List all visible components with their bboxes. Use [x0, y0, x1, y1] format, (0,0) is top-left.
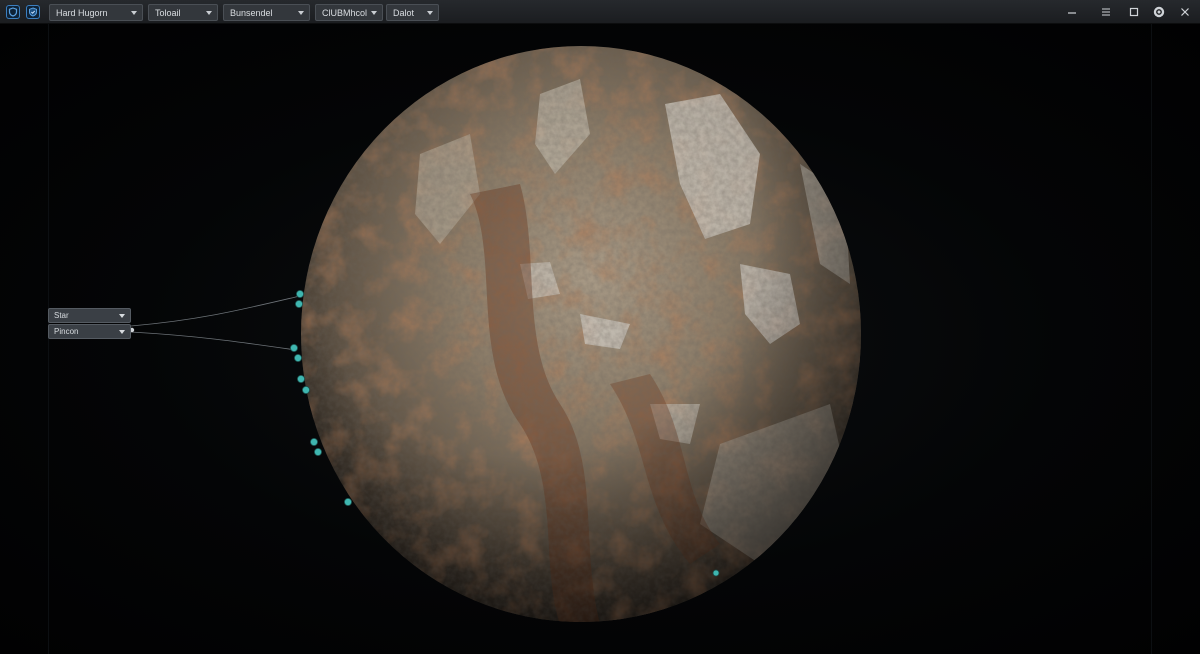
node-socket[interactable] — [343, 497, 352, 506]
node-socket[interactable] — [309, 437, 318, 446]
toolbar-dropdown-5-label: Dalot — [393, 7, 415, 18]
node-socket[interactable] — [294, 299, 303, 308]
shield-check-icon[interactable] — [26, 5, 40, 19]
chevron-down-icon — [119, 330, 125, 334]
node-dropdown-2-label: Pincon — [54, 327, 79, 336]
toolbar-dropdown-5[interactable]: Dalot — [386, 4, 439, 21]
node-socket[interactable] — [289, 343, 298, 352]
node-socket[interactable] — [293, 353, 302, 362]
top-toolbar: Hard Hugorn Toloail Bunsendel ClUBMhcol … — [0, 0, 1200, 24]
chevron-down-icon — [131, 11, 137, 15]
toolbar-dropdown-2[interactable]: Toloail — [148, 4, 218, 21]
help-icon[interactable] — [1151, 4, 1167, 20]
node-socket[interactable] — [712, 569, 720, 577]
node-socket[interactable] — [301, 385, 310, 394]
shield-app-icon[interactable] — [6, 5, 20, 19]
toolbar-dropdown-1[interactable]: Hard Hugorn — [49, 4, 143, 21]
chevron-down-icon — [427, 11, 433, 15]
toolbar-dropdown-3[interactable]: Bunsendel — [223, 4, 310, 21]
maximize-icon[interactable] — [1126, 4, 1142, 20]
node-socket[interactable] — [296, 374, 305, 383]
chevron-down-icon — [298, 11, 304, 15]
minimize-icon[interactable] — [1064, 4, 1080, 20]
node-socket[interactable] — [313, 447, 322, 456]
toolbar-dropdown-4[interactable]: ClUBMhcol — [315, 4, 383, 21]
node-wire — [130, 295, 301, 327]
toolbar-dropdown-4-label: ClUBMhcol — [322, 7, 368, 18]
menu-icon[interactable] — [1098, 4, 1114, 20]
close-icon[interactable] — [1177, 4, 1193, 20]
node-wire — [130, 331, 297, 351]
toolbar-dropdown-3-label: Bunsendel — [230, 7, 273, 18]
sphere-render — [129, 46, 861, 622]
node-socket[interactable] — [295, 289, 304, 298]
node-dropdown-1[interactable]: Star — [48, 308, 131, 323]
toolbar-dropdown-1-label: Hard Hugorn — [56, 7, 108, 18]
chevron-down-icon — [119, 314, 125, 318]
node-dropdown-1-label: Star — [54, 311, 69, 320]
chevron-down-icon — [206, 11, 212, 15]
3d-viewport[interactable]: Star Pincon — [0, 24, 1200, 654]
toolbar-dropdown-2-label: Toloail — [155, 7, 181, 18]
node-dropdown-2[interactable]: Pincon — [48, 324, 131, 339]
chevron-down-icon — [371, 11, 377, 15]
